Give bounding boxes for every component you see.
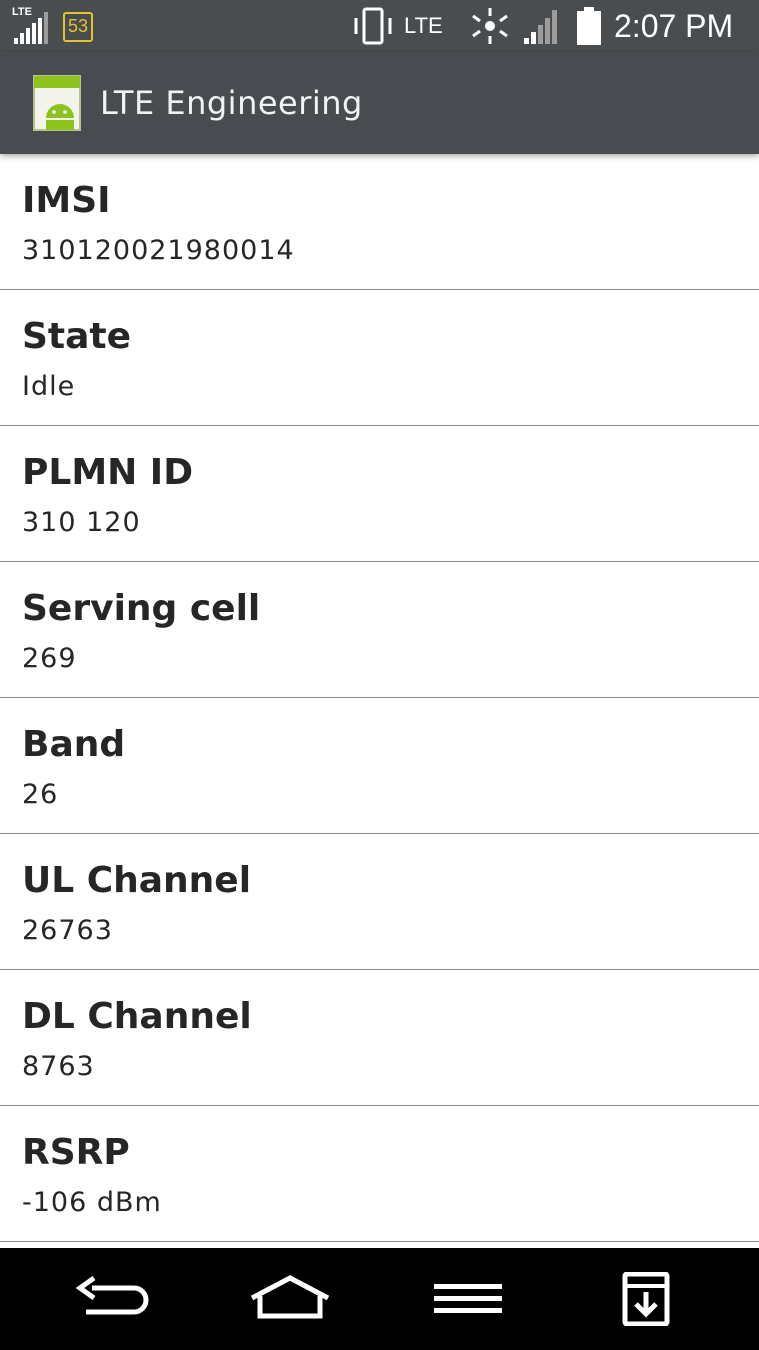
item-value: Idle	[22, 371, 76, 402]
list-item-band[interactable]: Band 26	[0, 698, 759, 834]
sync-icon	[470, 6, 510, 46]
item-value: -106 dBm	[22, 1187, 162, 1218]
network-type-small: LTE	[12, 6, 32, 18]
network-type: LTE	[404, 13, 443, 38]
vibrate-icon	[350, 6, 396, 46]
item-label: DL Channel	[22, 996, 252, 1037]
item-label: PLMN ID	[22, 452, 194, 493]
battery-icon	[576, 6, 602, 46]
status-bar: LTE 53 LTE 2:07 PM	[0, 0, 759, 52]
list-item-plmn-id[interactable]: PLMN ID 310 120	[0, 426, 759, 562]
item-value: 310120021980014	[22, 235, 295, 266]
navigation-bar	[0, 1248, 759, 1350]
item-value: 26763	[22, 915, 113, 946]
action-bar: LTE Engineering	[0, 52, 759, 154]
item-label: IMSI	[22, 180, 111, 221]
android-app-icon[interactable]	[32, 74, 82, 132]
menu-icon[interactable]	[430, 1272, 506, 1326]
home-icon[interactable]	[246, 1272, 334, 1326]
notification-badge: 53	[63, 12, 94, 42]
clock: 2:07 PM	[614, 8, 734, 44]
list-item-ul-channel[interactable]: UL Channel 26763	[0, 834, 759, 970]
save-icon[interactable]	[618, 1271, 674, 1327]
list-item-state[interactable]: State Idle	[0, 290, 759, 426]
lte-signal-icon: LTE	[12, 6, 52, 46]
list-item-rsrp[interactable]: RSRP -106 dBm	[0, 1106, 759, 1242]
item-label: Serving cell	[22, 588, 261, 629]
item-value: 269	[22, 643, 77, 674]
back-icon[interactable]	[72, 1272, 156, 1326]
list-item-dl-channel[interactable]: DL Channel 8763	[0, 970, 759, 1106]
app-title: LTE Engineering	[100, 84, 363, 122]
item-label: RSRP	[22, 1132, 130, 1173]
item-label: Band	[22, 724, 126, 765]
item-value: 8763	[22, 1051, 95, 1082]
info-list: IMSI 310120021980014 State Idle PLMN ID …	[0, 154, 759, 1248]
item-value: 310 120	[22, 507, 141, 538]
list-item-serving-cell[interactable]: Serving cell 269	[0, 562, 759, 698]
signal-icon	[522, 6, 564, 46]
item-value: 26	[22, 779, 59, 810]
item-label: UL Channel	[22, 860, 252, 901]
item-label: State	[22, 316, 132, 357]
list-item-imsi[interactable]: IMSI 310120021980014	[0, 154, 759, 290]
